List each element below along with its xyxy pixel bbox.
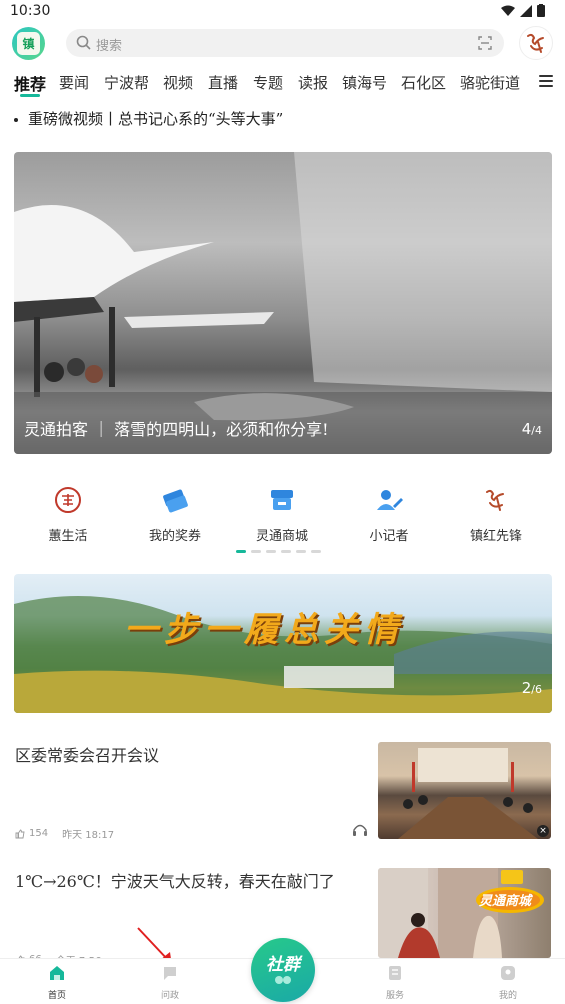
tab-topics[interactable]: 专题 bbox=[253, 72, 283, 93]
tab-zhenhai[interactable]: 镇海号 bbox=[342, 72, 387, 93]
status-icons bbox=[501, 4, 545, 17]
shortcut-mall[interactable]: 灵通商城 bbox=[237, 478, 327, 544]
community-button[interactable]: 社群 bbox=[251, 938, 315, 1002]
promo-label: 灵通商城 bbox=[479, 894, 532, 909]
nav-profile[interactable]: 我的 bbox=[478, 963, 538, 1001]
news-time: 昨天 18:17 bbox=[62, 830, 115, 841]
shortcut-label: 蕙生活 bbox=[48, 529, 88, 544]
close-icon[interactable]: × bbox=[537, 825, 549, 837]
nav-inquiry[interactable]: 问政 bbox=[140, 963, 200, 1001]
tab-recommend[interactable]: 推荐 bbox=[14, 71, 46, 95]
ticket-icon bbox=[160, 485, 190, 515]
nav-label: 问政 bbox=[160, 991, 179, 1001]
channel-tabs: 推荐 要闻 宁波帮 视频 直播 专题 读报 镇海号 石化区 骆驼街道 bbox=[0, 64, 565, 100]
meeting-room-image bbox=[398, 748, 538, 839]
brand-seal-glyph-icon bbox=[527, 33, 544, 53]
nav-label: 服务 bbox=[385, 991, 404, 1001]
page-dot bbox=[251, 550, 261, 553]
banner-counter: 2/6 bbox=[522, 679, 542, 697]
group-icon bbox=[275, 975, 291, 984]
brand-seal-icon[interactable] bbox=[519, 26, 553, 60]
community-label: 社群 bbox=[266, 954, 300, 975]
shop-icon bbox=[267, 485, 297, 515]
seal-icon bbox=[53, 485, 83, 515]
scan-icon[interactable] bbox=[478, 36, 492, 50]
tab-video[interactable]: 视频 bbox=[163, 72, 193, 93]
shortcut-label: 我的奖券 bbox=[148, 529, 201, 544]
headline-ticker[interactable]: 重磅微视频丨总书记心系的“头等大事” bbox=[14, 108, 283, 129]
home-icon bbox=[47, 963, 67, 983]
tab-news[interactable]: 要闻 bbox=[59, 72, 89, 93]
search-icon bbox=[76, 35, 91, 50]
tab-luotuo[interactable]: 骆驼街道 bbox=[460, 72, 520, 93]
nav-label: 我的 bbox=[498, 991, 517, 1001]
shortcut-grid: 蕙生活 我的奖券 灵通商城 小记者 镇红先锋 bbox=[0, 478, 565, 550]
tab-indicator bbox=[20, 94, 40, 97]
carousel-total: /4 bbox=[531, 424, 542, 437]
battery-icon bbox=[537, 4, 545, 17]
page-dot bbox=[281, 550, 291, 553]
carousel-caption: 灵通拍客 ｜ 落雪的四明山，必须和你分享! bbox=[24, 420, 329, 439]
tab-petrochem[interactable]: 石化区 bbox=[401, 72, 446, 93]
menu-icon[interactable] bbox=[539, 75, 553, 87]
promo-banner[interactable]: 一步一履总关情 2/6 bbox=[14, 574, 552, 713]
banner-current: 2 bbox=[521, 679, 532, 697]
wifi-icon bbox=[501, 5, 515, 16]
banner-total: /6 bbox=[531, 683, 542, 696]
app-logo[interactable]: 镇 bbox=[12, 27, 45, 60]
page-dot bbox=[236, 550, 246, 553]
search-placeholder: 搜索 bbox=[96, 39, 123, 54]
status-time: 10:30 bbox=[10, 3, 51, 19]
mall-promo-badge[interactable]: 灵通商城 bbox=[473, 868, 547, 916]
shortcut-page-dots bbox=[236, 550, 321, 553]
tab-live[interactable]: 直播 bbox=[208, 72, 238, 93]
hero-carousel[interactable]: 灵通拍客 ｜ 落雪的四明山，必须和你分享! 4/4 bbox=[14, 152, 552, 454]
signal-icon bbox=[520, 4, 532, 17]
app-header: 镇 搜索 bbox=[0, 24, 565, 64]
news-title: 1℃→26℃！宁波天气大反转，春天在敲门了 bbox=[15, 872, 335, 891]
news-thumbnail: 灵通商城 bbox=[378, 868, 551, 958]
shortcut-label: 灵通商城 bbox=[255, 529, 308, 544]
status-bar: 10:30 bbox=[0, 0, 565, 24]
thumbs-up-icon bbox=[15, 829, 25, 838]
news-title: 区委常委会召开会议 bbox=[15, 746, 160, 765]
nav-home[interactable]: 首页 bbox=[27, 963, 87, 1001]
shortcut-life[interactable]: 蕙生活 bbox=[23, 478, 113, 544]
carousel-counter: 4/4 bbox=[522, 420, 542, 438]
chat-icon bbox=[160, 963, 180, 983]
news-thumbnail: × bbox=[378, 742, 551, 839]
banner-title: 一步一履总关情 bbox=[124, 610, 404, 650]
brand-seal-icon bbox=[481, 485, 511, 515]
shortcut-label: 小记者 bbox=[369, 529, 409, 544]
shortcut-pioneer[interactable]: 镇红先锋 bbox=[451, 478, 541, 544]
search-bar[interactable]: 搜索 bbox=[66, 29, 504, 57]
services-icon bbox=[385, 963, 405, 983]
logo-mark: 镇 bbox=[17, 32, 40, 55]
nav-label: 首页 bbox=[47, 991, 66, 1001]
shortcut-tickets[interactable]: 我的奖券 bbox=[130, 478, 220, 544]
page-dot bbox=[296, 550, 306, 553]
ticker-bullet bbox=[14, 118, 18, 122]
page-dot bbox=[266, 550, 276, 553]
headphones-icon[interactable] bbox=[352, 823, 368, 837]
nav-services[interactable]: 服务 bbox=[365, 963, 425, 1001]
tab-ningbo[interactable]: 宁波帮 bbox=[104, 72, 149, 93]
snow-pavilion-image bbox=[14, 152, 552, 454]
tab-newspaper[interactable]: 读报 bbox=[298, 72, 328, 93]
ticker-text: 重磅微视频丨总书记心系的“头等大事” bbox=[28, 110, 284, 128]
news-likes: 154 bbox=[29, 828, 49, 839]
carousel-current: 4 bbox=[521, 420, 532, 438]
page-dot bbox=[311, 550, 321, 553]
shortcut-label: 镇红先锋 bbox=[469, 529, 522, 544]
reporter-icon bbox=[374, 485, 404, 515]
profile-icon bbox=[498, 963, 518, 983]
shortcut-reporter[interactable]: 小记者 bbox=[344, 478, 434, 544]
news-item[interactable]: 区委常委会召开会议 154 昨天 18:17 × bbox=[0, 740, 565, 841]
news-meta: 154 昨天 18:17 bbox=[15, 826, 114, 841]
